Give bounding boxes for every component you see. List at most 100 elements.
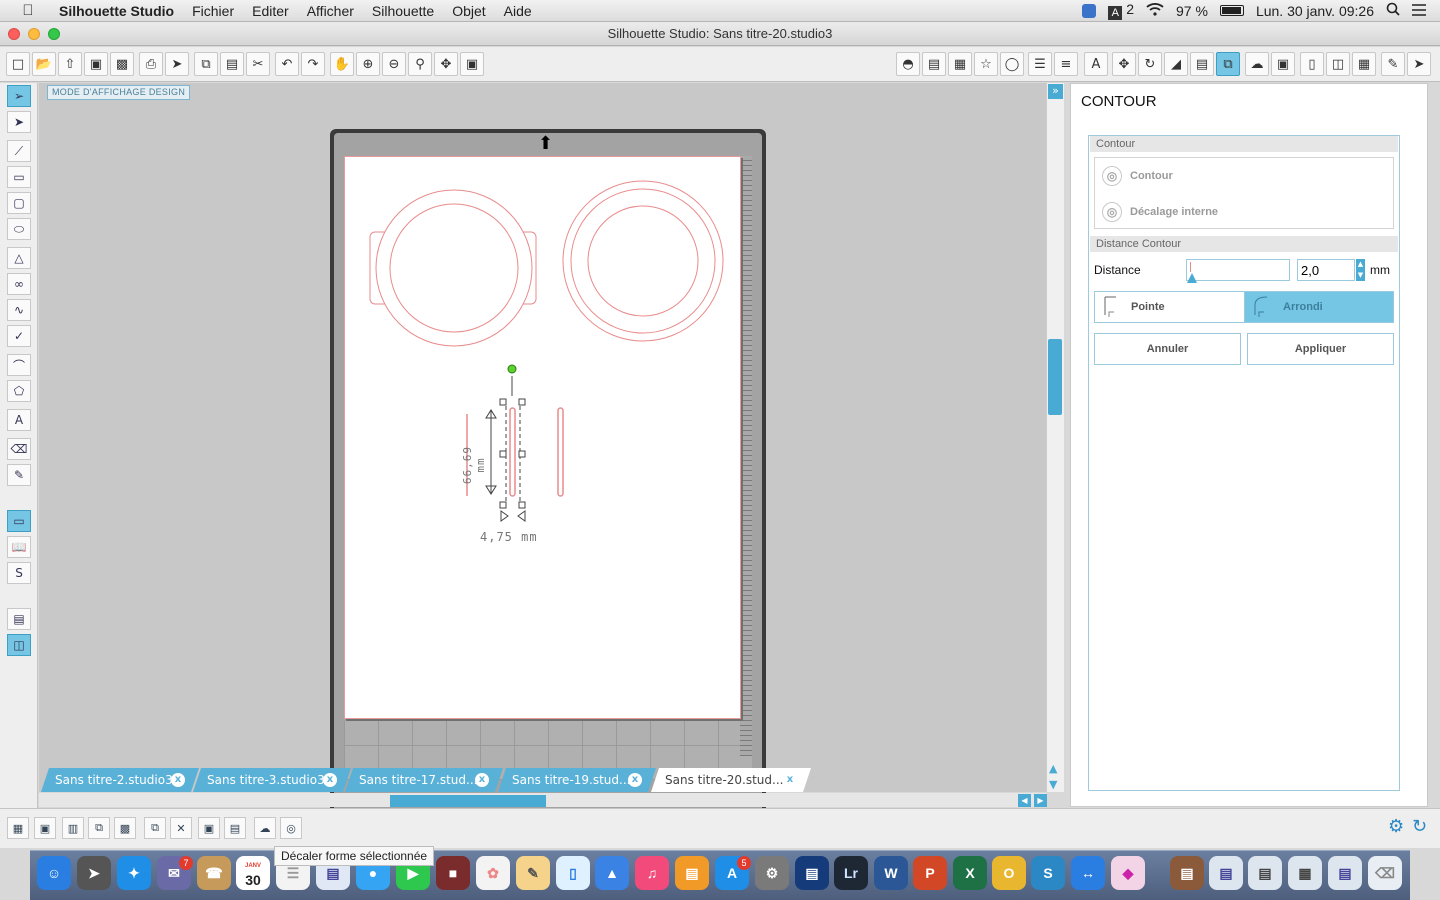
zoom-in-icon[interactable]: ⊕	[356, 52, 380, 76]
release-compound-path-icon[interactable]: ⧉	[88, 817, 110, 839]
regular-polygon-tool-icon[interactable]: ⬠	[7, 380, 31, 402]
input-source-indicator[interactable]: A 2	[1108, 1, 1134, 20]
keynote-icon[interactable]: ▲	[595, 856, 629, 890]
fill-color-icon[interactable]: ◓	[896, 52, 920, 76]
sketch-icon[interactable]: ✎	[1381, 52, 1405, 76]
save-icon[interactable]: ▣	[84, 52, 108, 76]
send-to-cutter-icon[interactable]: ➤	[165, 52, 189, 76]
delete-icon[interactable]: ✕	[170, 817, 192, 839]
finder-icon[interactable]: ☺	[37, 856, 71, 890]
group-icon[interactable]: ▦	[7, 817, 29, 839]
selection-box[interactable]	[485, 364, 526, 522]
open-file-icon[interactable]: ⇧	[58, 52, 82, 76]
system-preferences-icon[interactable]: ⚙	[755, 856, 789, 890]
apply-button[interactable]: Appliquer	[1247, 333, 1394, 365]
pan-hand-icon[interactable]: ✋	[330, 52, 354, 76]
knife-tool-icon[interactable]: ✎	[7, 464, 31, 486]
trash-icon[interactable]: ⌫	[1368, 856, 1402, 890]
send-to-back-icon[interactable]: ▤	[224, 817, 246, 839]
undo-icon[interactable]: ↶	[275, 52, 299, 76]
store-icon[interactable]: ➤	[1407, 52, 1431, 76]
silhouette-studio-icon[interactable]: S	[1031, 856, 1065, 890]
menu-afficher[interactable]: Afficher	[298, 3, 363, 19]
tab-document[interactable]: Sans titre-2.studio3 x	[41, 768, 199, 792]
lace-frame-round[interactable]	[562, 180, 724, 342]
rectangle-tool-icon[interactable]: ▭	[7, 166, 31, 188]
duplicate-icon[interactable]: ⧉	[144, 817, 166, 839]
tabs-scroll-left-icon[interactable]: ◀	[1018, 794, 1031, 807]
align-icon[interactable]: ▤	[1190, 52, 1214, 76]
drag-zoom-icon[interactable]: ✥	[434, 52, 458, 76]
polygon-tool-icon[interactable]: △	[7, 247, 31, 269]
pages-icon[interactable]: ✎	[516, 856, 550, 890]
tab-document[interactable]: Sans titre-19.stud... x	[498, 768, 656, 792]
menu-aide[interactable]: Aide	[495, 3, 541, 19]
document-stack-icon[interactable]: ▤	[1209, 856, 1243, 890]
spotlight-icon[interactable]	[1386, 2, 1400, 19]
scroll-up-icon[interactable]: ▲	[1049, 762, 1057, 775]
distance-input[interactable]	[1297, 259, 1355, 281]
rounded-rectangle-tool-icon[interactable]: ▢	[7, 192, 31, 214]
smooth-freehand-tool-icon[interactable]: ✓	[7, 325, 31, 347]
zoom-out-icon[interactable]: ⊖	[382, 52, 406, 76]
tabs-scroll-right-icon[interactable]: ▶	[1034, 794, 1047, 807]
notification-center-icon[interactable]	[1412, 3, 1426, 19]
numbers-icon[interactable]: ▯	[556, 856, 590, 890]
library-icon[interactable]: 📖	[7, 536, 31, 558]
close-tab-icon[interactable]: x	[171, 773, 185, 787]
canvas-vertical-scrollbar[interactable]	[1046, 83, 1064, 792]
clock[interactable]: Lun. 30 janv. 09:26	[1256, 3, 1374, 19]
rotate-icon[interactable]: ↻	[1138, 52, 1162, 76]
line-color-icon[interactable]: ☰	[1028, 52, 1052, 76]
document-stack-icon[interactable]: ▤	[1248, 856, 1282, 890]
registration-marks-icon[interactable]: ◯	[1000, 52, 1024, 76]
offset-icon[interactable]: ⧉	[1216, 52, 1240, 76]
point-edit-icon[interactable]: ➤	[7, 111, 31, 133]
bring-to-front-icon[interactable]: ▣	[198, 817, 220, 839]
teamviewer-icon[interactable]: ↔	[1071, 856, 1105, 890]
powerpoint-icon[interactable]: P	[913, 856, 947, 890]
send-icon[interactable]: ▯	[1300, 52, 1324, 76]
close-tab-icon[interactable]: x	[628, 773, 642, 787]
trace-icon[interactable]: ☁	[1245, 52, 1269, 76]
canvas-vertical-scroll-thumb[interactable]	[1048, 339, 1062, 415]
itunes-icon[interactable]: ♫	[635, 856, 669, 890]
trace-shortcut-icon[interactable]: ☁	[254, 817, 276, 839]
distance-slider[interactable]	[1186, 259, 1290, 283]
paste-icon[interactable]: ▤	[220, 52, 244, 76]
split-panel-view-icon[interactable]: ◫	[7, 634, 31, 656]
outlook-icon[interactable]: O	[992, 856, 1026, 890]
settings-gear-icon[interactable]: ⚙	[1388, 816, 1404, 837]
close-tab-icon[interactable]: x	[475, 773, 489, 787]
offset-shortcut-icon[interactable]: ◎	[280, 817, 302, 839]
calendar-icon[interactable]: JANV 30	[236, 856, 270, 890]
single-panel-view-icon[interactable]: ▤	[7, 608, 31, 630]
launchpad-icon[interactable]: ➤	[77, 856, 111, 890]
menu-editer[interactable]: Editer	[243, 3, 298, 19]
replicate-icon[interactable]: ▣	[1271, 52, 1295, 76]
fit-to-page-icon[interactable]: ▣	[460, 52, 484, 76]
word-icon[interactable]: W	[874, 856, 908, 890]
sync-icon[interactable]	[1082, 3, 1097, 18]
tab-document[interactable]: Sans titre-17.stud... x	[345, 768, 503, 792]
corner-round-button[interactable]: Arrondi	[1244, 291, 1394, 323]
scroll-down-icon[interactable]: ▼	[1049, 778, 1057, 791]
lightroom-icon[interactable]: Lr	[834, 856, 868, 890]
ellipse-tool-icon[interactable]: ⬭	[7, 218, 31, 240]
close-tab-icon[interactable]: x	[323, 773, 337, 787]
zoom-selection-icon[interactable]: ⚲	[408, 52, 432, 76]
photoshop-elements-icon[interactable]: ▤	[795, 856, 829, 890]
save-library-icon[interactable]: ▩	[110, 52, 134, 76]
tab-document[interactable]: Sans titre-3.studio3 x	[193, 768, 351, 792]
safari-icon[interactable]: ✦	[117, 856, 151, 890]
freehand-tool-icon[interactable]: ∿	[7, 299, 31, 321]
option-inner-offset[interactable]: ◎ Décalage interne	[1102, 202, 1218, 222]
excel-icon[interactable]: X	[953, 856, 987, 890]
arc-tool-icon[interactable]: ⌒	[7, 354, 31, 376]
weld-icon[interactable]: ▩	[114, 817, 136, 839]
design-app-icon[interactable]: ◆	[1111, 856, 1145, 890]
contacts-icon[interactable]: ☎	[197, 856, 231, 890]
make-compound-path-icon[interactable]: ▥	[62, 817, 84, 839]
menu-silhouette[interactable]: Silhouette	[363, 3, 443, 19]
print-icon[interactable]: ⎙	[139, 52, 163, 76]
